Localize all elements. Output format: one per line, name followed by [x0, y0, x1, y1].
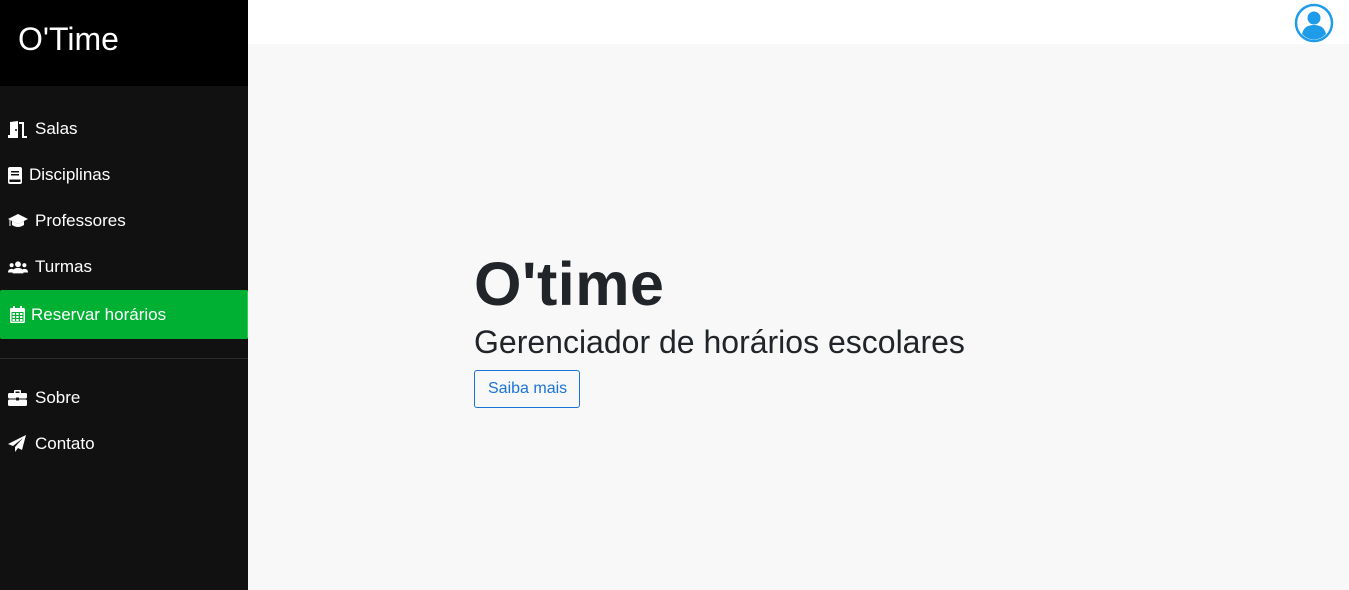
- sidebar-nav: Salas Disciplinas Professores Turmas Res…: [0, 86, 248, 339]
- brand[interactable]: O'Time: [0, 0, 248, 86]
- hero: O'time Gerenciador de horários escolares…: [474, 248, 965, 408]
- hero-title: O'time: [474, 250, 665, 318]
- brand-title: O'Time: [18, 20, 119, 57]
- sidebar-item-reservar-horarios[interactable]: Reservar horários: [0, 290, 248, 339]
- briefcase-icon: [8, 389, 28, 407]
- graduation-cap-icon: [8, 212, 28, 230]
- sidebar-divider: [0, 358, 248, 359]
- users-icon: [8, 258, 28, 276]
- sidebar-item-professores[interactable]: Professores: [0, 198, 248, 244]
- saiba-mais-button[interactable]: Saiba mais: [474, 370, 581, 408]
- user-account-button[interactable]: [1294, 3, 1334, 43]
- sidebar-item-turmas[interactable]: Turmas: [0, 244, 248, 290]
- sidebar-item-contato[interactable]: Contato: [0, 421, 248, 467]
- sidebar-item-salas[interactable]: Salas: [0, 106, 248, 152]
- sidebar-item-label: Contato: [35, 434, 95, 453]
- hero-subtitle: Gerenciador de horários escolares: [474, 324, 965, 360]
- book-icon: [8, 166, 22, 184]
- user-circle-icon: [1294, 3, 1334, 43]
- sidebar-secondary-nav: Sobre Contato: [0, 375, 248, 467]
- top-bar: [248, 0, 1349, 44]
- sidebar-item-label: Professores: [35, 211, 126, 230]
- sidebar: O'Time Salas Disciplinas Professores Tur…: [0, 0, 248, 590]
- sidebar-item-label: Reservar horários: [31, 304, 167, 324]
- sidebar-item-sobre[interactable]: Sobre: [0, 375, 248, 421]
- sidebar-item-label: Sobre: [35, 388, 81, 407]
- sidebar-item-label: Salas: [35, 119, 78, 138]
- door-icon: [8, 120, 28, 138]
- calendar-icon: [10, 306, 27, 324]
- paper-plane-icon: [8, 435, 28, 453]
- sidebar-item-disciplinas[interactable]: Disciplinas: [0, 152, 248, 198]
- sidebar-item-label: Disciplinas: [29, 165, 111, 184]
- sidebar-item-label: Turmas: [35, 257, 92, 276]
